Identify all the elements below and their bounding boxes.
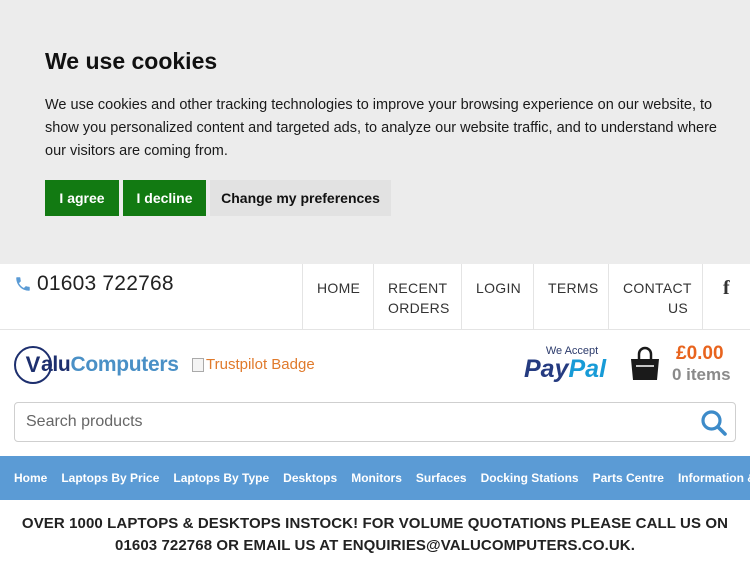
shopping-bag-icon	[631, 346, 659, 380]
nav-terms-label: TERMS	[548, 280, 599, 296]
site-logo[interactable]: V alu Computers	[14, 346, 179, 384]
phone-icon	[16, 277, 30, 291]
logo-text-part2: Computers	[70, 353, 179, 376]
cart-item-count[interactable]: 0 items	[672, 365, 731, 385]
cart-total[interactable]: £0.00	[676, 343, 724, 365]
nav-contact-us[interactable]: CONTACT US	[608, 264, 702, 329]
paypal-logo-part2: Pal	[568, 355, 607, 383]
nav-recent-label-2: ORDERS	[388, 300, 450, 316]
announcement-text: OVER 1000 LAPTOPS & DESKTOPS INSTOCK! FO…	[21, 515, 729, 554]
paypal-logo: PayPal	[524, 355, 607, 383]
facebook-link[interactable]: f	[702, 264, 750, 329]
main-navigation: Home Laptops By Price Laptops By Type De…	[0, 456, 750, 500]
mainnav-surfaces[interactable]: Surfaces	[409, 471, 474, 485]
mainnav-docking-stations[interactable]: Docking Stations	[474, 471, 586, 485]
nav-contact-label-1: CONTACT	[623, 280, 692, 296]
broken-image-icon	[192, 357, 204, 372]
search-bar	[14, 402, 736, 442]
mainnav-laptops-by-type[interactable]: Laptops By Type	[166, 471, 276, 485]
mainnav-monitors[interactable]: Monitors	[344, 471, 409, 485]
nav-recent-label-1: RECENT	[388, 280, 448, 296]
mainnav-home[interactable]: Home	[0, 471, 54, 485]
nav-recent-orders[interactable]: RECENT ORDERS	[373, 264, 461, 329]
paypal-badge: We Accept PayPal	[524, 345, 607, 383]
mainnav-desktops[interactable]: Desktops	[276, 471, 344, 485]
trustpilot-alt-text: Trustpilot Badge	[206, 356, 315, 373]
paypal-logo-part1: Pay	[524, 355, 569, 383]
cookie-banner: We use cookies We use cookies and other …	[0, 0, 750, 264]
phone-contact[interactable]: 01603 722768	[14, 272, 174, 296]
phone-number: 01603 722768	[37, 272, 174, 295]
nav-contact-label-2: US	[667, 300, 688, 316]
logo-text-part1: alu	[41, 353, 71, 376]
agree-button[interactable]: I agree	[45, 180, 119, 216]
mainnav-parts-centre[interactable]: Parts Centre	[586, 471, 671, 485]
top-navigation: HOME RECENT ORDERS LOGIN TERMS CONTACT U…	[302, 264, 750, 329]
decline-button[interactable]: I decline	[123, 180, 206, 216]
cart-button[interactable]	[628, 346, 662, 387]
mainnav-information-support[interactable]: Information & Sup	[671, 471, 750, 485]
mainnav-laptops-by-price[interactable]: Laptops By Price	[54, 471, 166, 485]
top-bar: 01603 722768 HOME RECENT ORDERS LOGIN TE…	[0, 264, 750, 330]
search-input[interactable]	[15, 403, 675, 441]
nav-login[interactable]: LOGIN	[461, 264, 533, 329]
facebook-icon: f	[723, 277, 730, 299]
nav-home-label: HOME	[317, 280, 361, 296]
change-preferences-button[interactable]: Change my preferences	[210, 180, 391, 216]
nav-login-label: LOGIN	[476, 280, 522, 296]
trustpilot-badge[interactable]: Trustpilot Badge	[192, 356, 315, 373]
search-icon[interactable]	[699, 408, 729, 438]
cookie-title: We use cookies	[45, 48, 218, 74]
nav-home[interactable]: HOME	[302, 264, 373, 329]
cookie-text: We use cookies and other tracking techno…	[45, 97, 717, 159]
nav-terms[interactable]: TERMS	[533, 264, 608, 329]
